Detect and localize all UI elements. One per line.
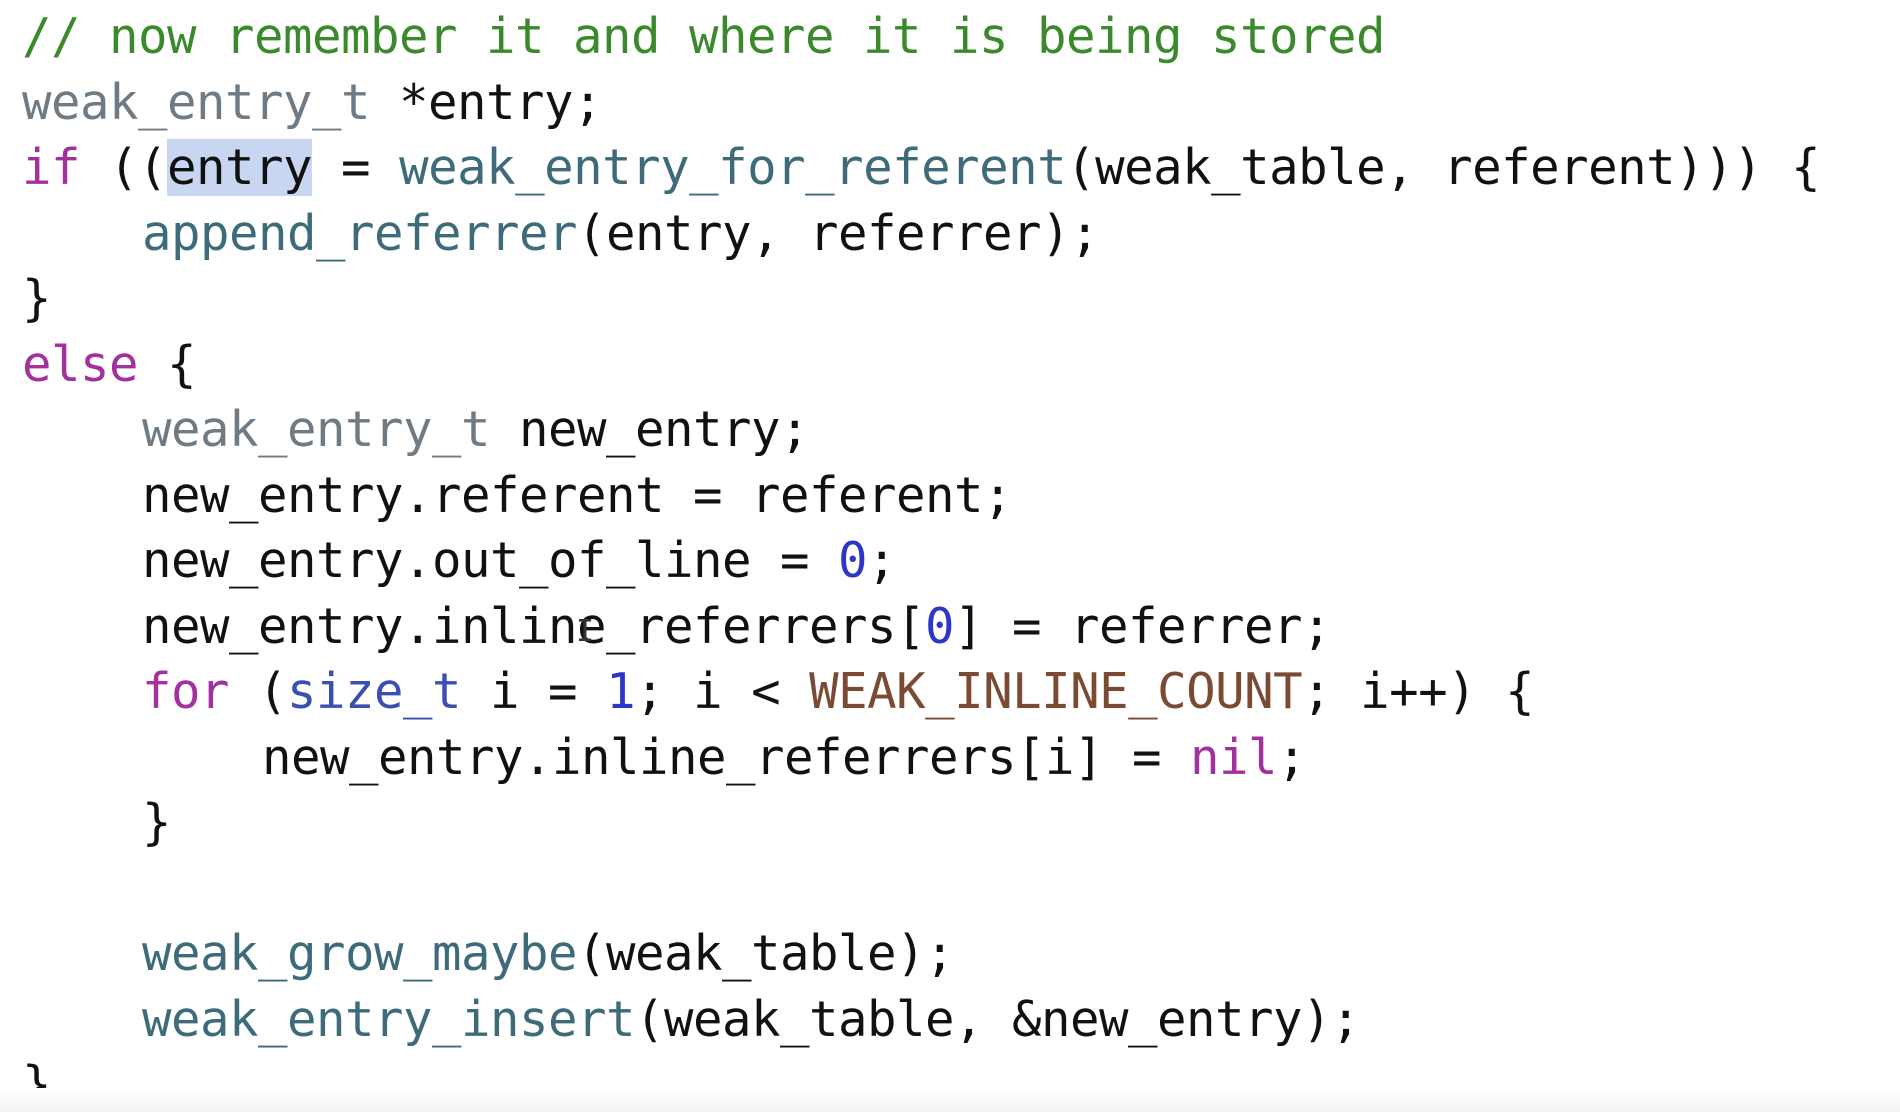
keyword-token: if [22,139,81,196]
keyword-token: nil [1190,728,1278,786]
keyword-token: else [22,335,139,393]
type-token: weak_entry_t [142,401,491,458]
code-line-10: new_entry.inline_referrers[0] = referrer… [0,594,1900,660]
code-text: ] = referrer; [954,597,1332,655]
code-text: ; [867,532,897,589]
code-line-11: for (size_t i = 1; i < WEAK_INLINE_COUNT… [0,659,1900,725]
code-line-8: new_entry.referent = referent; [0,463,1900,529]
macro-token: WEAK_INLINE_COUNT [809,663,1303,720]
text-cursor-icon: I [576,614,595,649]
code-line-9: new_entry.out_of_line = 0; [0,528,1900,594]
code-text: new_entry; [490,401,810,458]
code-line-5: } [0,266,1900,332]
code-line-15: weak_grow_maybe(weak_table); [0,921,1900,987]
code-line-13: } [0,790,1900,856]
code-text: } [142,794,172,851]
code-line-6: else { [0,332,1900,398]
code-text: } [22,270,52,327]
code-line-3: if ((entry = weak_entry_for_referent(wea… [0,135,1900,201]
code-text: new_entry.referent = referent; [142,466,1013,524]
comment-token: // now remember it and where it is being… [22,8,1386,65]
function-token: weak_entry_insert [142,990,636,1048]
code-line-16: weak_entry_insert(weak_table, &new_entry… [0,987,1900,1053]
code-text: ; [1277,728,1307,786]
code-text: ; i < [635,663,810,720]
code-text: new_entry.inline_referrers[ [142,597,926,655]
keyword-token: for [142,663,230,720]
code-text: (( [80,139,168,196]
number-token: 0 [838,532,868,589]
code-text: (weak_table); [577,925,955,982]
function-token: weak_entry_for_referent [399,139,1067,196]
function-token: append_referrer [142,204,578,262]
type-token: size_t [287,663,462,720]
code-text: *entry; [370,73,603,131]
bottom-edge [0,1088,1900,1112]
code-text: ( [229,663,288,720]
code-text: = [312,139,400,196]
function-token: weak_grow_maybe [142,925,578,982]
code-text: i = [461,663,607,720]
code-text: (weak_table, &new_entry); [635,990,1361,1048]
code-line-1: // now remember it and where it is being… [0,4,1900,70]
code-line-12: new_entry.inline_referrers[i] = nil; [0,725,1900,791]
code-text: new_entry.out_of_line = [142,532,839,589]
code-text: ; i++) { [1302,663,1535,720]
number-token: 0 [925,597,955,655]
type-token: weak_entry_t [22,73,371,131]
code-text: new_entry.inline_referrers[i] = [262,728,1191,786]
code-text: { [138,335,197,393]
code-text: (entry, referrer); [577,204,1100,262]
number-token: 1 [606,663,636,720]
code-line-4: append_referrer(entry, referrer); [0,201,1900,267]
selected-text[interactable]: entry [167,139,313,196]
code-text: (weak_table, referent))) { [1066,139,1821,196]
code-line-7: weak_entry_t new_entry; [0,397,1900,463]
code-editor[interactable]: // now remember it and where it is being… [0,0,1900,1112]
code-line-2: weak_entry_t *entry; [0,70,1900,136]
